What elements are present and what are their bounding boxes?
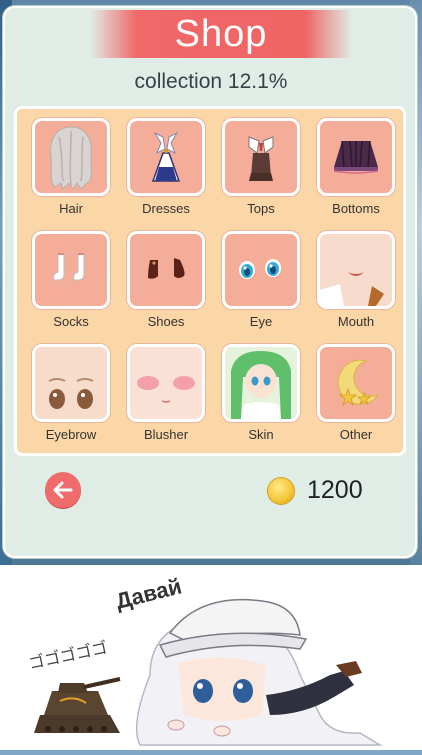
- category-label: Mouth: [337, 314, 375, 329]
- shoes-icon: [148, 258, 185, 279]
- category-dresses[interactable]: Dresses: [126, 118, 206, 216]
- hair-icon: [50, 126, 92, 190]
- category-label: Hair: [59, 201, 83, 216]
- category-hair[interactable]: Hair: [31, 118, 111, 216]
- banner-sfx: ゴゴゴゴゴ: [27, 638, 109, 673]
- category-label: Eye: [249, 314, 273, 329]
- skin-icon: [225, 347, 297, 419]
- category-tile[interactable]: [32, 344, 110, 422]
- top-icon: [248, 136, 274, 181]
- category-tile[interactable]: [127, 231, 205, 309]
- eye-icon: [239, 259, 281, 279]
- category-label: Bottoms: [332, 201, 380, 216]
- back-button[interactable]: [45, 472, 81, 508]
- category-eyebrow[interactable]: Eyebrow: [31, 344, 111, 442]
- category-label: Other: [339, 427, 373, 442]
- category-tops[interactable]: Tops: [221, 118, 301, 216]
- collection-progress: collection 12.1%: [134, 70, 288, 93]
- category-tile[interactable]: [32, 231, 110, 309]
- category-label: Dresses: [142, 201, 190, 216]
- category-eye[interactable]: Eye: [221, 231, 301, 329]
- page-title: Shop: [174, 12, 268, 55]
- title-banner: Shop: [90, 10, 352, 58]
- banner-shout: Давай: [113, 573, 184, 613]
- mouth-icon: [320, 234, 392, 306]
- category-grid: Hair Dresses Tops Bottoms Socks Shoes Ey…: [14, 106, 406, 456]
- category-label: Skin: [248, 427, 274, 442]
- tank-icon: [34, 677, 121, 733]
- blusher-icon: [130, 347, 202, 419]
- chibi-illustration: Давай ゴゴゴゴゴ: [27, 573, 383, 746]
- category-tile[interactable]: [222, 344, 300, 422]
- category-label: Blusher: [143, 427, 189, 442]
- category-tile[interactable]: [317, 231, 395, 309]
- dress-icon: [151, 131, 181, 182]
- category-socks[interactable]: Socks: [31, 231, 111, 329]
- category-tile[interactable]: [127, 118, 205, 196]
- coin-icon: [268, 478, 294, 504]
- category-label: Tops: [247, 201, 275, 216]
- coin-balance: 1200: [307, 476, 363, 504]
- category-tile[interactable]: [317, 118, 395, 196]
- category-blusher[interactable]: Blusher: [126, 344, 206, 442]
- category-tile[interactable]: [317, 344, 395, 422]
- category-tile[interactable]: [127, 344, 205, 422]
- eyebrow-icon: [35, 347, 107, 419]
- category-label: Shoes: [147, 314, 185, 329]
- category-mouth[interactable]: Mouth: [316, 231, 396, 329]
- moon-stars-icon: [337, 359, 380, 407]
- category-tile[interactable]: [32, 118, 110, 196]
- socks-icon: [53, 253, 85, 281]
- category-bottoms[interactable]: Bottoms: [316, 118, 396, 216]
- ad-banner[interactable]: Давай ゴゴゴゴゴ: [0, 565, 422, 750]
- category-tile[interactable]: [222, 231, 300, 309]
- skirt-icon: [333, 140, 379, 174]
- category-tile[interactable]: [222, 118, 300, 196]
- category-label: Eyebrow: [45, 427, 97, 442]
- category-label: Socks: [53, 314, 89, 329]
- category-shoes[interactable]: Shoes: [126, 231, 206, 329]
- arrow-left-icon: [53, 481, 73, 499]
- category-skin[interactable]: Skin: [221, 344, 301, 442]
- category-other[interactable]: Other: [316, 344, 396, 442]
